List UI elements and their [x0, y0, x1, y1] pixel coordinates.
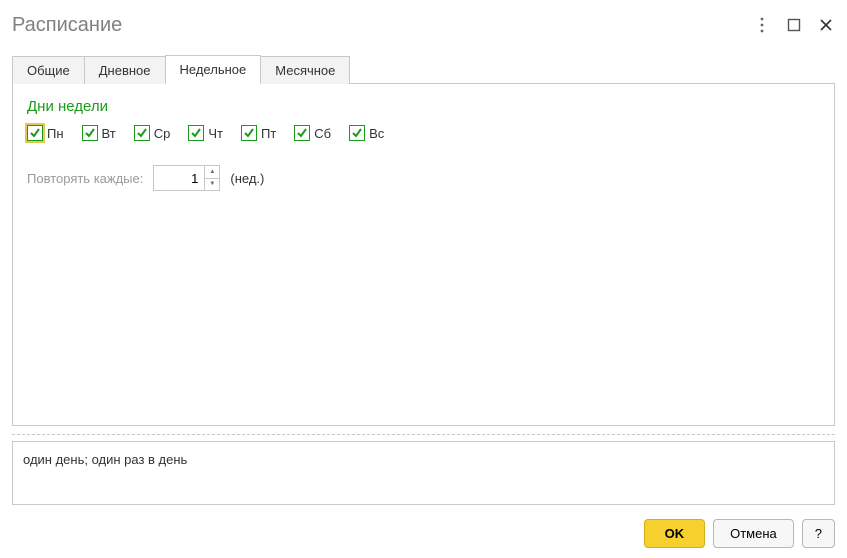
day-label: Пт	[261, 126, 276, 141]
tab-general[interactable]: Общие	[12, 56, 85, 84]
checkbox-fri[interactable]	[241, 125, 257, 141]
cancel-button[interactable]: Отмена	[713, 519, 794, 548]
day-sun: Вс	[349, 125, 384, 141]
separator	[12, 434, 835, 435]
title-bar: Расписание	[12, 10, 835, 40]
tab-monthly[interactable]: Месячное	[260, 56, 350, 84]
schedule-summary: один день; один раз в день	[12, 441, 835, 505]
schedule-window: Расписание Общие Дневное Недельное Месяч…	[0, 0, 847, 558]
window-title: Расписание	[12, 14, 753, 37]
repeat-unit: (нед.)	[230, 171, 264, 186]
days-of-week-title: Дни недели	[27, 98, 820, 115]
checkbox-thu[interactable]	[188, 125, 204, 141]
window-controls	[753, 16, 835, 34]
help-button[interactable]: ?	[802, 519, 835, 548]
day-label: Вс	[369, 126, 384, 141]
days-row: Пн Вт Ср Чт Пт Сб	[27, 125, 820, 141]
day-label: Чт	[208, 126, 223, 141]
day-label: Сб	[314, 126, 331, 141]
button-row: OK Отмена ?	[12, 519, 835, 548]
checkbox-wed[interactable]	[134, 125, 150, 141]
checkbox-sun[interactable]	[349, 125, 365, 141]
day-tue: Вт	[82, 125, 116, 141]
repeat-row: Повторять каждые: ▲ ▼ (нед.)	[27, 165, 820, 191]
tab-pane-weekly: Дни недели Пн Вт Ср Чт Пт	[12, 84, 835, 426]
tab-daily[interactable]: Дневное	[84, 56, 166, 84]
day-wed: Ср	[134, 125, 171, 141]
close-icon[interactable]	[817, 16, 835, 34]
day-fri: Пт	[241, 125, 276, 141]
checkbox-tue[interactable]	[82, 125, 98, 141]
spin-down-icon[interactable]: ▼	[205, 179, 219, 191]
maximize-icon[interactable]	[785, 16, 803, 34]
checkbox-mon[interactable]	[27, 125, 43, 141]
day-label: Ср	[154, 126, 171, 141]
kebab-menu-icon[interactable]	[753, 16, 771, 34]
tabs: Общие Дневное Недельное Месячное	[12, 54, 835, 84]
ok-button[interactable]: OK	[644, 519, 706, 548]
repeat-input[interactable]	[154, 166, 204, 190]
day-thu: Чт	[188, 125, 223, 141]
spin-up-icon[interactable]: ▲	[205, 166, 219, 179]
day-mon: Пн	[27, 125, 64, 141]
spin-buttons: ▲ ▼	[204, 166, 219, 190]
day-sat: Сб	[294, 125, 331, 141]
repeat-label: Повторять каждые:	[27, 171, 143, 186]
repeat-spinner: ▲ ▼	[153, 165, 220, 191]
day-label: Вт	[102, 126, 116, 141]
checkbox-sat[interactable]	[294, 125, 310, 141]
tab-weekly[interactable]: Недельное	[165, 55, 262, 84]
day-label: Пн	[47, 126, 64, 141]
